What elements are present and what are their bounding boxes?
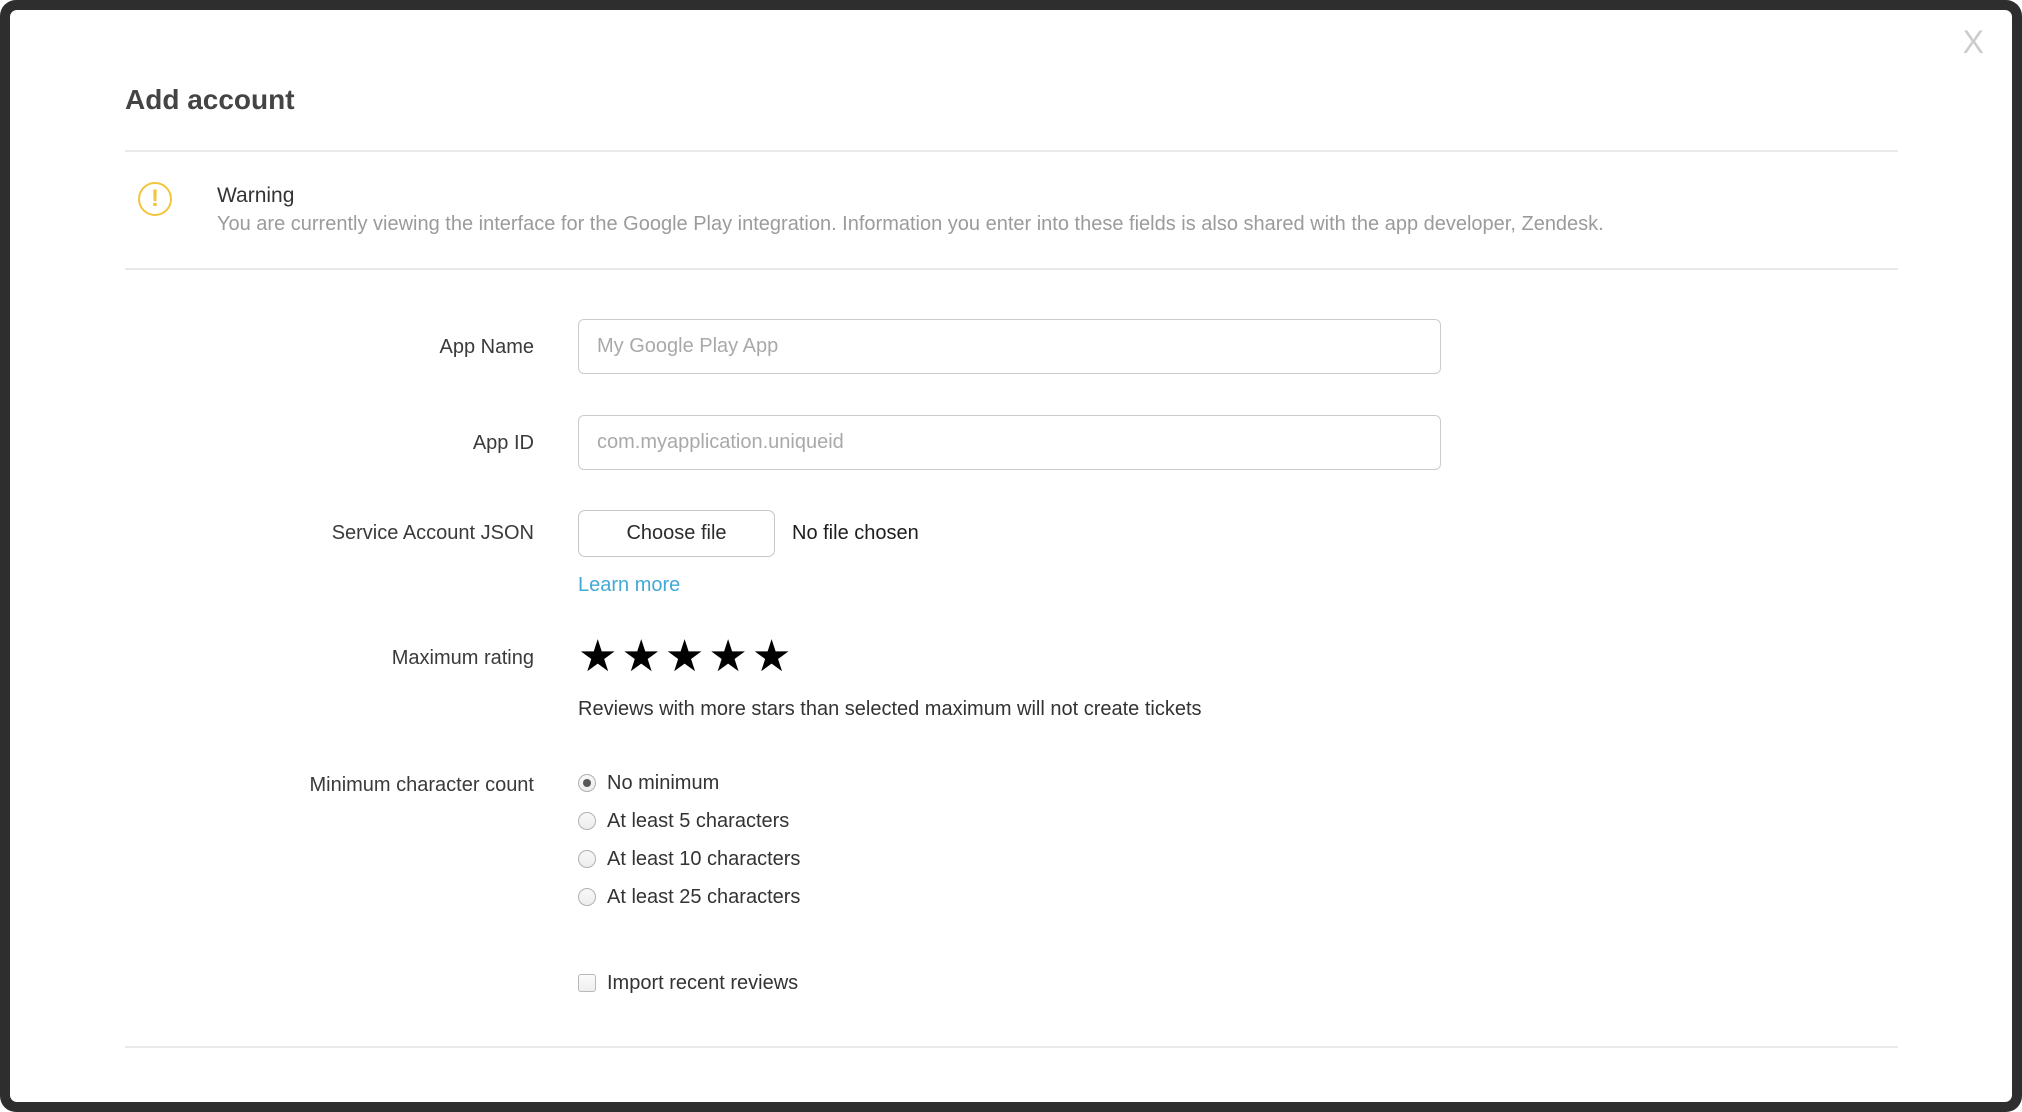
- rating-helper-text: Reviews with more stars than selected ma…: [578, 698, 1202, 720]
- radio-option-label: No minimum: [607, 772, 720, 794]
- radio-unselected-icon[interactable]: [578, 812, 596, 830]
- add-account-modal: X Add account ! Warning You are currentl…: [10, 10, 2012, 1102]
- star-icon[interactable]: ★: [708, 632, 751, 681]
- choose-file-button[interactable]: Choose file: [578, 510, 775, 557]
- star-icon[interactable]: ★: [578, 632, 621, 681]
- minimum-character-count-row: Minimum character count No minimum At lea…: [125, 770, 1898, 922]
- maximum-rating-row: Maximum rating ★★★★★ Reviews with more s…: [125, 635, 1898, 722]
- app-id-label: App ID: [472, 431, 534, 454]
- modal-frame: X Add account ! Warning You are currentl…: [0, 0, 2022, 1112]
- radio-option-label: At least 5 characters: [607, 810, 790, 832]
- minimum-character-count-label: Minimum character count: [309, 774, 534, 796]
- app-name-input[interactable]: [578, 319, 1441, 374]
- divider-bottom: [125, 1046, 1898, 1048]
- radio-option-label: At least 10 characters: [607, 848, 801, 870]
- star-rating: ★★★★★: [578, 635, 1898, 688]
- star-icon[interactable]: ★: [621, 632, 664, 681]
- app-id-input[interactable]: [578, 415, 1441, 470]
- radio-unselected-icon[interactable]: [578, 850, 596, 868]
- maximum-rating-label: Maximum rating: [391, 647, 534, 669]
- app-id-row: App ID: [125, 415, 1898, 470]
- service-account-json-label: Service Account JSON: [331, 522, 534, 544]
- radio-option-label: At least 25 characters: [607, 886, 801, 908]
- checkbox-icon[interactable]: [578, 974, 596, 992]
- star-icon[interactable]: ★: [752, 632, 795, 681]
- radio-option[interactable]: At least 5 characters: [578, 808, 1898, 834]
- warning-body: You are currently viewing the interface …: [217, 213, 1604, 235]
- radio-option[interactable]: No minimum: [578, 770, 1898, 796]
- radio-selected-icon[interactable]: [578, 774, 596, 792]
- import-recent-reviews-label: Import recent reviews: [607, 972, 799, 994]
- app-name-label: App Name: [439, 335, 535, 358]
- warning-icon: !: [138, 182, 172, 216]
- app-name-row: App Name: [125, 319, 1898, 374]
- add-account-form: App Name App ID Service Account JSON Cho…: [125, 270, 1898, 996]
- close-icon[interactable]: X: [1963, 26, 1984, 58]
- warning-title: Warning: [217, 184, 295, 207]
- star-icon[interactable]: ★: [665, 632, 708, 681]
- page-title: Add account: [125, 84, 295, 115]
- warning-banner: ! Warning You are currently viewing the …: [125, 152, 1898, 238]
- import-recent-reviews-row: Import recent reviews: [125, 970, 1898, 996]
- learn-more-link[interactable]: Learn more: [578, 571, 680, 599]
- radio-option[interactable]: At least 25 characters: [578, 884, 1898, 910]
- service-account-json-row: Service Account JSON Choose file No file…: [125, 510, 1898, 599]
- radio-option[interactable]: At least 10 characters: [578, 846, 1898, 872]
- file-status-text: No file chosen: [792, 522, 919, 544]
- import-recent-reviews-option[interactable]: Import recent reviews: [578, 970, 1898, 996]
- radio-unselected-icon[interactable]: [578, 888, 596, 906]
- minimum-character-options: No minimum At least 5 characters At least …: [578, 770, 1898, 922]
- warning-texts: Warning You are currently viewing the in…: [217, 182, 1898, 238]
